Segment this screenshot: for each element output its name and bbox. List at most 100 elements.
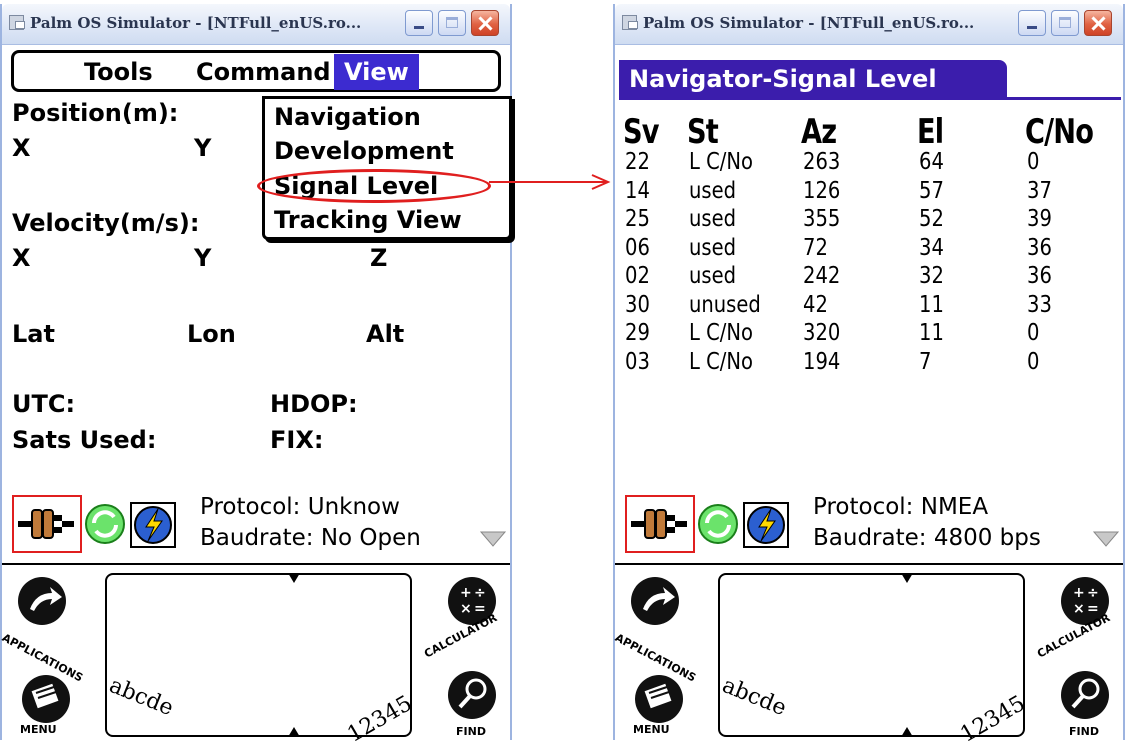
menu-item-development[interactable]: Development	[274, 136, 454, 166]
scroll-down-arrow-icon[interactable]	[1093, 530, 1119, 548]
signal-cell-az: 72	[803, 234, 828, 261]
svg-text:+: +	[460, 585, 472, 601]
graffiti-letters: abcde	[718, 673, 790, 722]
signal-cell-st: unused	[689, 291, 761, 318]
menu-tools[interactable]: Tools	[84, 56, 153, 88]
status-icons	[12, 495, 184, 553]
palm-simulator-window-left: Palm OS Simulator - [NTFull_enUS.ro... T…	[0, 4, 512, 748]
menu-label: MENU	[20, 723, 57, 736]
signal-cell-cno: 0	[1027, 348, 1040, 375]
app-icon	[9, 15, 25, 30]
signal-cell-el: 64	[919, 149, 944, 175]
velocity-y-label: Y	[194, 244, 212, 272]
signal-cell-sv: 30	[625, 291, 650, 318]
minimize-button[interactable]	[405, 10, 433, 36]
signal-cell-st: used	[689, 234, 737, 261]
view-dropdown-menu: Navigation Development Signal Level Trac…	[262, 96, 512, 240]
signal-cell-sv: 02	[625, 263, 650, 289]
velocity-z-label: Z	[370, 244, 388, 272]
lon-label: Lon	[187, 320, 236, 348]
signal-cell-st: L C/No	[689, 348, 753, 375]
title-underline	[619, 97, 1121, 100]
status-icons	[625, 495, 797, 553]
title-bar[interactable]: Palm OS Simulator - [NTFull_enUS.ro...	[615, 4, 1123, 45]
plug-icon[interactable]	[18, 509, 74, 539]
svg-text:÷: ÷	[1087, 585, 1099, 601]
window-title: Palm OS Simulator - [NTFull_enUS.ro...	[643, 14, 975, 32]
sync-icon[interactable]	[85, 504, 125, 544]
maximize-button[interactable]	[1051, 10, 1079, 36]
protocol-status: Protocol: NMEA	[813, 494, 989, 520]
signal-cell-el: 11	[919, 320, 944, 346]
graffiti-area: APPLICATIONS MENU abcde 12345 + ÷ × = CA…	[0, 563, 510, 748]
scroll-down-arrow-icon[interactable]	[480, 530, 506, 548]
signal-cell-st: used	[689, 206, 737, 232]
svg-text:÷: ÷	[474, 585, 486, 601]
velocity-label: Velocity(m/s):	[12, 209, 200, 237]
signal-cell-sv: 22	[625, 149, 650, 175]
fix-label: FIX:	[270, 426, 324, 454]
utc-label: UTC:	[12, 390, 76, 418]
menu-item-navigation[interactable]: Navigation	[274, 102, 421, 132]
minimize-button[interactable]	[1018, 10, 1046, 36]
signal-cell-cno: 39	[1027, 206, 1052, 232]
power-icon[interactable]	[743, 502, 789, 548]
plug-icon[interactable]	[631, 509, 687, 539]
signal-cell-sv: 06	[625, 234, 650, 261]
signal-cell-el: 52	[919, 206, 944, 232]
find-label: FIND	[1069, 725, 1099, 738]
menu-command[interactable]: Command	[196, 56, 331, 88]
palm-simulator-window-right: Palm OS Simulator - [NTFull_enUS.ro... N…	[613, 4, 1125, 748]
signal-cell-sv: 25	[625, 206, 650, 232]
title-bar[interactable]: Palm OS Simulator - [NTFull_enUS.ro...	[2, 4, 510, 45]
velocity-x-label: X	[12, 244, 31, 272]
signal-cell-cno: 0	[1027, 149, 1040, 175]
graffiti-letters: abcde	[105, 673, 177, 722]
menu-bar: Tools Command View	[11, 50, 501, 92]
alt-label: Alt	[366, 320, 405, 348]
sats-used-label: Sats Used:	[12, 426, 157, 454]
menu-view[interactable]: View	[334, 54, 419, 90]
signal-cell-el: 57	[919, 177, 944, 204]
app-icon	[622, 15, 638, 30]
close-button[interactable]	[1084, 10, 1112, 36]
graffiti-writing-pad[interactable]: abcde 12345	[718, 573, 1030, 748]
signal-cell-sv: 03	[625, 348, 650, 375]
signal-cell-cno: 36	[1027, 234, 1052, 261]
find-label: FIND	[456, 725, 486, 738]
signal-cell-el: 34	[919, 234, 944, 261]
signal-cell-cno: 33	[1027, 291, 1052, 318]
header-cno: C/No	[1025, 112, 1094, 152]
header-az: Az	[801, 112, 837, 152]
power-icon[interactable]	[130, 502, 176, 548]
signal-cell-az: 42	[803, 291, 828, 318]
header-el: El	[917, 112, 944, 152]
position-y-label: Y	[194, 134, 212, 162]
signal-cell-st: used	[689, 263, 737, 289]
signal-cell-cno: 36	[1027, 263, 1052, 289]
svg-text:×: ×	[1073, 601, 1085, 617]
protocol-status: Protocol: Unknow	[200, 494, 400, 520]
hdop-label: HDOP:	[270, 390, 358, 418]
baudrate-status: Baudrate: 4800 bps	[813, 525, 1041, 551]
signal-cell-cno: 37	[1027, 177, 1052, 204]
position-x-label: X	[12, 134, 31, 162]
signal-cell-sv: 29	[625, 320, 650, 346]
signal-cell-st: used	[689, 177, 737, 204]
maximize-button[interactable]	[438, 10, 466, 36]
signal-cell-st: L C/No	[689, 149, 753, 175]
signal-cell-el: 32	[919, 263, 944, 289]
graffiti-writing-pad[interactable]: abcde 12345	[105, 573, 417, 748]
signal-cell-az: 263	[803, 149, 841, 175]
close-button[interactable]	[471, 10, 499, 36]
screen-title: Navigator-Signal Level	[619, 60, 1007, 98]
svg-text:+: +	[1073, 585, 1085, 601]
signal-cell-az: 355	[803, 206, 841, 232]
sync-icon[interactable]	[698, 504, 738, 544]
signal-cell-az: 320	[803, 320, 841, 346]
signal-cell-el: 11	[919, 291, 944, 318]
signal-cell-az: 126	[803, 177, 841, 204]
graffiti-area: APPLICATIONS MENU abcde 12345 + ÷ × = CA…	[613, 563, 1123, 748]
menu-item-tracking-view[interactable]: Tracking View	[274, 205, 462, 235]
signal-cell-st: L C/No	[689, 320, 753, 346]
